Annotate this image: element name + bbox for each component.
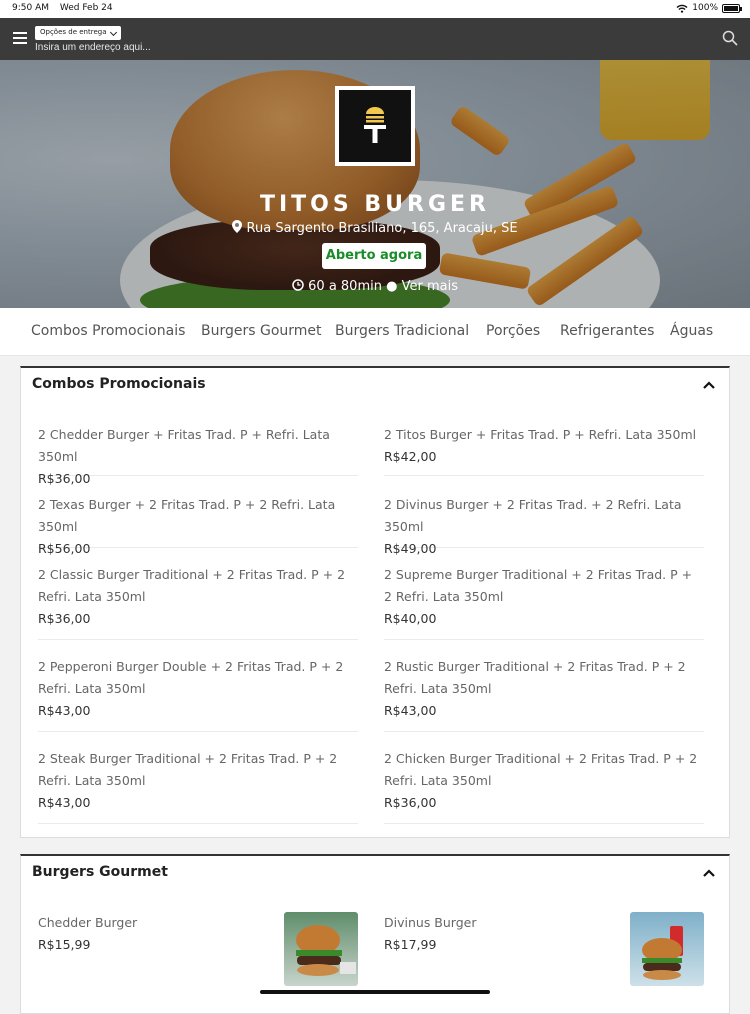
tab-combos-promocionais[interactable]: Combos Promocionais xyxy=(31,323,185,339)
menu-item-name: 2 Rustic Burger Traditional + 2 Fritas T… xyxy=(384,656,704,700)
menu-item-name: 2 Chicken Burger Traditional + 2 Fritas … xyxy=(384,748,704,792)
menu-icon[interactable] xyxy=(13,32,27,44)
clock-icon xyxy=(292,279,304,291)
menu-item[interactable]: 2 Texas Burger + 2 Fritas Trad. P + 2 Re… xyxy=(38,494,358,548)
menu-item-price: R$56,00 xyxy=(38,538,358,560)
delivery-info: 60 a 80min ● Ver mais xyxy=(0,279,750,294)
menu-item[interactable]: 2 Rustic Burger Traditional + 2 Fritas T… xyxy=(384,656,704,732)
chevron-up-icon[interactable] xyxy=(703,867,715,879)
menu-item-price: R$42,00 xyxy=(384,446,704,468)
location-pin-icon xyxy=(232,220,242,233)
burger-logo-icon xyxy=(339,90,411,162)
restaurant-address-text: Rua Sargento Brasiliano, 165, Aracaju, S… xyxy=(247,221,518,236)
menu-item[interactable]: 2 Divinus Burger + 2 Fritas Trad. + 2 Re… xyxy=(384,494,704,548)
section-title: Burgers Gourmet xyxy=(32,864,168,880)
menu-item-photo xyxy=(284,912,358,986)
tab-aguas[interactable]: Águas xyxy=(670,323,713,339)
tab-burgers-gourmet[interactable]: Burgers Gourmet xyxy=(201,323,322,339)
section-header[interactable]: Burgers Gourmet xyxy=(21,856,729,888)
chevron-up-icon[interactable] xyxy=(703,379,715,391)
top-bar: Opções de entrega xyxy=(0,18,750,60)
category-nav: Combos Promocionais Burgers Gourmet Burg… xyxy=(0,308,750,356)
burger-photo-icon xyxy=(284,912,358,986)
search-icon[interactable] xyxy=(722,30,738,46)
menu-item-name: 2 Divinus Burger + 2 Fritas Trad. + 2 Re… xyxy=(384,494,704,538)
section-combos-promocionais: Combos Promocionais 2 Chedder Burger + F… xyxy=(20,366,730,838)
menu-item[interactable]: 2 Supreme Burger Traditional + 2 Fritas … xyxy=(384,564,704,640)
battery-percent: 100% xyxy=(692,3,718,13)
battery-icon xyxy=(722,4,740,13)
menu-item-price: R$40,00 xyxy=(384,608,704,630)
delivery-options-select[interactable]: Opções de entrega xyxy=(35,26,121,40)
menu-item-price: R$49,00 xyxy=(384,538,704,560)
see-more-link[interactable]: Ver mais xyxy=(402,279,458,294)
menu-item[interactable]: Chedder Burger R$15,99 xyxy=(38,912,358,990)
restaurant-logo xyxy=(335,86,415,166)
delivery-time-text: 60 a 80min xyxy=(308,279,382,294)
home-indicator xyxy=(260,990,490,994)
menu-item[interactable]: 2 Classic Burger Traditional + 2 Fritas … xyxy=(38,564,358,640)
menu-item-photo xyxy=(630,912,704,986)
menu-item-price: R$36,00 xyxy=(38,608,358,630)
status-time: 9:50 AM xyxy=(12,3,49,13)
menu-item[interactable]: 2 Chedder Burger + Fritas Trad. P + Refr… xyxy=(38,424,358,476)
burger-photo-icon xyxy=(630,912,704,986)
menu-item[interactable]: 2 Pepperoni Burger Double + 2 Fritas Tra… xyxy=(38,656,358,732)
menu-item-name: 2 Classic Burger Traditional + 2 Fritas … xyxy=(38,564,358,608)
menu-item[interactable]: 2 Chicken Burger Traditional + 2 Fritas … xyxy=(384,748,704,824)
tab-refrigerantes[interactable]: Refrigerantes xyxy=(560,323,654,339)
section-title: Combos Promocionais xyxy=(32,376,206,392)
menu-item[interactable]: 2 Steak Burger Traditional + 2 Fritas Tr… xyxy=(38,748,358,824)
status-date: Wed Feb 24 xyxy=(60,3,113,13)
tab-porcoes[interactable]: Porções xyxy=(486,323,540,339)
menu-item[interactable]: 2 Titos Burger + Fritas Trad. P + Refri.… xyxy=(384,424,704,476)
menu-item-name: 2 Texas Burger + 2 Fritas Trad. P + 2 Re… xyxy=(38,494,358,538)
menu-item-name: 2 Steak Burger Traditional + 2 Fritas Tr… xyxy=(38,748,358,792)
menu-item-price: R$36,00 xyxy=(384,792,704,814)
restaurant-hero: TITOS BURGER Rua Sargento Brasiliano, 16… xyxy=(0,60,750,308)
tab-burgers-tradicional[interactable]: Burgers Tradicional xyxy=(335,323,469,339)
status-bar: 9:50 AM Wed Feb 24 100% xyxy=(0,0,750,18)
restaurant-address: Rua Sargento Brasiliano, 165, Aracaju, S… xyxy=(0,220,750,236)
menu-item[interactable]: Divinus Burger R$17,99 xyxy=(384,912,704,990)
restaurant-name: TITOS BURGER xyxy=(0,192,750,217)
menu-item-name: 2 Pepperoni Burger Double + 2 Fritas Tra… xyxy=(38,656,358,700)
menu-item-price: R$43,00 xyxy=(38,700,358,722)
section-header[interactable]: Combos Promocionais xyxy=(21,368,729,400)
menu-item-price: R$43,00 xyxy=(384,700,704,722)
open-status-badge: Aberto agora xyxy=(322,243,426,269)
wifi-icon xyxy=(676,4,688,13)
address-input[interactable] xyxy=(35,42,255,53)
menu-item-price: R$36,00 xyxy=(38,468,358,490)
menu-item-price: R$43,00 xyxy=(38,792,358,814)
menu-item-name: 2 Supreme Burger Traditional + 2 Fritas … xyxy=(384,564,704,608)
menu-item-name: 2 Chedder Burger + Fritas Trad. P + Refr… xyxy=(38,424,358,468)
menu-item-name: 2 Titos Burger + Fritas Trad. P + Refri.… xyxy=(384,424,704,446)
